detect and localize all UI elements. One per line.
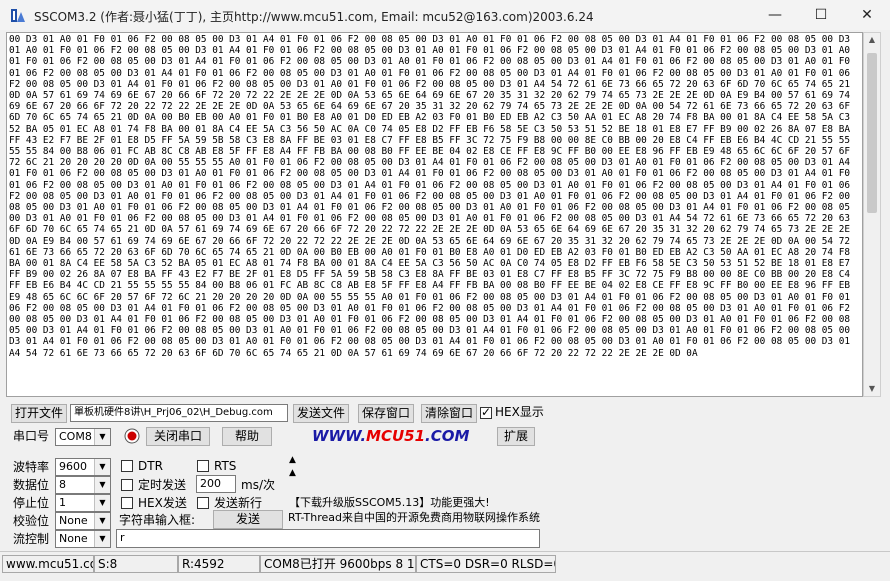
ad-rtthread-link[interactable]: RT-Thread来自中国的开源免费商用物联网操作系统 [288,510,544,526]
open-file-button[interactable]: 打开文件 [11,404,67,423]
interval-unit: ms/次 [241,478,275,492]
close-button[interactable]: ✕ [844,0,890,30]
parity-select[interactable]: None ▼ [55,512,111,530]
expand-button[interactable]: 扩展 [497,427,535,446]
ad-panel: ▲ ▲ 【下载升级版SSCOM5.13】功能更强大! RT-Thread来自中国… [287,455,544,525]
scroll-up-icon[interactable]: ▲ [864,33,880,47]
status-sent-count: S:8 [94,555,178,573]
interval-input[interactable]: 200 [196,475,236,493]
string-input[interactable]: r [116,529,540,548]
receive-textarea[interactable]: 00 D3 01 A0 01 F0 01 06 F2 00 08 05 00 D… [6,32,863,397]
flow-control-select[interactable]: None ▼ [55,530,111,548]
status-signals: CTS=0 DSR=0 RLSD=0 [416,555,556,573]
timed-send-checkbox[interactable] [121,479,133,491]
port-label: 串口号 [13,429,50,443]
rts-label: RTS [214,459,237,473]
stop-bits-label: 停止位 [13,496,50,510]
app-icon [10,7,26,23]
ad-scroll-up-icon[interactable]: ▲ [289,455,296,465]
brand-part-3: .COM [425,427,470,445]
clear-window-button[interactable]: 清除窗口 [421,404,477,423]
send-newline-label: 发送新行 [214,496,263,510]
maximize-button[interactable]: ☐ [798,0,844,30]
status-port-state: COM8已打开 9600bps 8 1 None None [260,555,416,573]
send-button[interactable]: 发送 [213,510,283,529]
dtr-label: DTR [138,459,163,473]
chevron-down-icon: ▼ [94,531,110,547]
window-title: SSCOM3.2 (作者:聂小猛(丁丁), 主页http://www.mcu51… [34,10,594,24]
parity-label: 校验位 [13,514,50,528]
send-newline-checkbox[interactable] [197,497,209,509]
hex-send-label: HEX发送 [138,496,187,510]
data-bits-label: 数据位 [13,478,50,492]
baud-label: 波特率 [13,460,50,474]
minimize-button[interactable]: — [752,0,798,30]
status-website[interactable]: www.mcu51.cor [2,555,94,573]
brand-link[interactable]: WWW.MCU51.COM [312,427,469,445]
chevron-down-icon: ▼ [94,513,110,529]
chevron-down-icon: ▼ [94,495,110,511]
string-input-label: 字符串输入框: [119,513,196,527]
baud-select[interactable]: 9600 ▼ [55,458,111,476]
close-port-button[interactable]: 关闭串口 [146,427,210,446]
dtr-checkbox[interactable] [121,460,133,472]
flow-control-label: 流控制 [13,532,50,546]
parity-value: None [59,514,88,527]
hex-send-checkbox[interactable] [121,497,133,509]
port-select[interactable]: COM8 ▼ [55,428,111,446]
ad-upgrade-link[interactable]: 【下载升级版SSCOM5.13】功能更强大! [289,495,490,511]
file-path-input[interactable]: 單板机硬件8讲\H_Prj06_02\H_Debug.com [70,404,288,422]
stop-bits-value: 1 [59,496,66,509]
flow-control-value: None [59,532,88,545]
rts-checkbox[interactable] [197,460,209,472]
chevron-down-icon: ▼ [94,459,110,475]
receive-data: 00 D3 01 A0 01 F0 01 06 F2 00 08 05 00 D… [9,34,856,359]
data-bits-select[interactable]: 8 ▼ [55,476,111,494]
chevron-down-icon: ▼ [94,429,110,445]
hex-display-label: HEX显示 [495,405,544,419]
record-icon [124,428,140,444]
baud-value: 9600 [59,460,87,473]
port-value: COM8 [59,430,92,443]
stop-bits-select[interactable]: 1 ▼ [55,494,111,512]
data-bits-value: 8 [59,478,66,491]
brand-part-1: WWW. [312,427,367,445]
save-window-button[interactable]: 保存窗口 [358,404,414,423]
vertical-scrollbar[interactable]: ▲ ▼ [863,32,881,397]
brand-part-2: MCU51 [366,427,426,445]
hex-display-checkbox[interactable] [480,405,492,419]
scroll-thumb[interactable] [867,53,877,213]
chevron-down-icon: ▼ [94,477,110,493]
send-file-button[interactable]: 发送文件 [293,404,349,423]
ad-scroll-down-icon[interactable]: ▲ [289,468,296,478]
help-button[interactable]: 帮助 [222,427,272,446]
status-received-count: R:4592 [178,555,260,573]
scroll-down-icon[interactable]: ▼ [864,382,880,396]
title-bar: SSCOM3.2 (作者:聂小猛(丁丁), 主页http://www.mcu51… [0,0,890,30]
timed-send-label: 定时发送 [138,478,187,492]
